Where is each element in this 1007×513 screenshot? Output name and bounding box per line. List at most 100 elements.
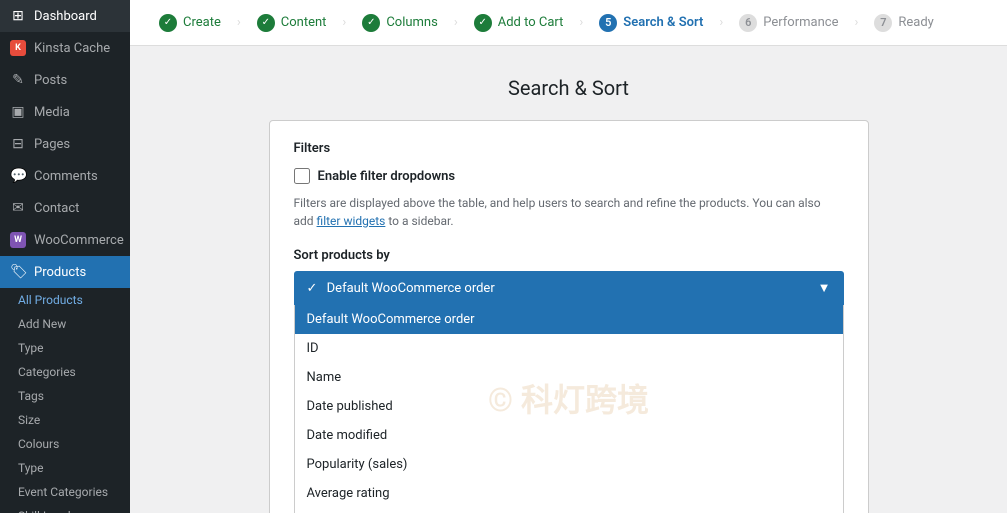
sub-item-label: Add New: [18, 317, 66, 331]
sidebar-sub-item-type2[interactable]: Type: [0, 456, 130, 480]
sort-option-average-rating[interactable]: Average rating: [295, 479, 843, 508]
sidebar-sub-item-colours[interactable]: Colours: [0, 432, 130, 456]
step-check-icon: ✓: [257, 14, 275, 32]
sidebar-item-label: Contact: [34, 201, 79, 216]
enable-filter-dropdowns-checkbox[interactable]: [294, 168, 310, 184]
sidebar-item-label: WooCommerce: [34, 233, 124, 248]
check-mark-icon: ✓: [307, 281, 318, 296]
sort-option-popularity[interactable]: Popularity (sales): [295, 450, 843, 479]
step-label: Performance: [763, 15, 838, 30]
sub-item-label: Event Categories: [18, 485, 108, 499]
sidebar-item-pages[interactable]: ⊟ Pages: [0, 128, 130, 160]
sub-item-label: Size: [18, 413, 40, 427]
sidebar-sub-item-event-categories[interactable]: Event Categories: [0, 480, 130, 504]
sub-item-label: Type: [18, 341, 44, 355]
helper-text-after: to a sidebar.: [385, 214, 453, 228]
step-num-icon: 5: [599, 14, 617, 32]
step-create[interactable]: ✓ Create: [145, 0, 235, 45]
products-icon: 🏷: [10, 264, 26, 280]
step-label: Columns: [386, 15, 438, 30]
chevron-down-icon: ▼: [818, 280, 831, 296]
woocommerce-icon: W: [10, 232, 26, 248]
step-columns[interactable]: ✓ Columns: [348, 0, 452, 45]
sidebar-item-woocommerce[interactable]: W WooCommerce: [0, 224, 130, 256]
pages-icon: ⊟: [10, 136, 26, 152]
step-num-icon: 6: [739, 14, 757, 32]
sort-options-list: Default WooCommerce order ID Name Date p…: [294, 305, 844, 513]
sidebar-item-label: Dashboard: [34, 9, 97, 24]
step-label: Content: [281, 15, 327, 30]
sidebar-item-contact[interactable]: ✉ Contact: [0, 192, 130, 224]
media-icon: ▣: [10, 104, 26, 120]
sidebar-item-products[interactable]: 🏷 Products: [0, 256, 130, 288]
sub-item-label: Skill Levels: [18, 509, 77, 513]
sort-dropdown[interactable]: ✓ Default WooCommerce order ▼ Default Wo…: [294, 271, 844, 513]
sidebar-item-dashboard[interactable]: ⊞ Dashboard: [0, 0, 130, 32]
sidebar-item-kinsta-cache[interactable]: K Kinsta Cache: [0, 32, 130, 64]
sidebar-item-label: Posts: [34, 73, 67, 88]
sidebar-item-label: Media: [34, 105, 70, 120]
step-label: Search & Sort: [623, 15, 703, 30]
step-add-to-cart[interactable]: ✓ Add to Cart: [460, 0, 578, 45]
step-label: Create: [183, 15, 221, 30]
kinsta-icon: K: [10, 40, 26, 56]
step-content[interactable]: ✓ Content: [243, 0, 341, 45]
checkbox-label[interactable]: Enable filter dropdowns: [318, 169, 456, 184]
sidebar-sub-item-tags[interactable]: Tags: [0, 384, 130, 408]
sidebar-sub-item-add-new[interactable]: Add New: [0, 312, 130, 336]
settings-card: © 科灯跨境 Filters Enable filter dropdowns F…: [269, 120, 869, 513]
filter-widgets-link[interactable]: filter widgets: [317, 214, 386, 228]
sidebar-sub-item-type[interactable]: Type: [0, 336, 130, 360]
sidebar-item-label: Pages: [34, 137, 70, 152]
comments-icon: 💬: [10, 168, 26, 184]
filter-dropdowns-row: Enable filter dropdowns: [294, 168, 844, 184]
posts-icon: ✎: [10, 72, 26, 88]
sidebar: ⊞ Dashboard K Kinsta Cache ✎ Posts ▣ Med…: [0, 0, 130, 513]
step-label: Ready: [898, 15, 933, 30]
sort-option-date-published[interactable]: Date published: [295, 392, 843, 421]
helper-text: Filters are displayed above the table, a…: [294, 194, 844, 230]
step-check-icon: ✓: [474, 14, 492, 32]
selected-option-text: ✓ Default WooCommerce order: [307, 281, 495, 296]
divider-2: ›: [340, 15, 348, 30]
sidebar-item-label: Products: [34, 265, 86, 280]
sidebar-sub-item-categories[interactable]: Categories: [0, 360, 130, 384]
content-area: Search & Sort © 科灯跨境 Filters Enable filt…: [130, 46, 1007, 513]
filters-section-label: Filters: [294, 141, 844, 156]
divider-5: ›: [717, 15, 725, 30]
sidebar-item-posts[interactable]: ✎ Posts: [0, 64, 130, 96]
sort-option-id[interactable]: ID: [295, 334, 843, 363]
sidebar-item-label: Comments: [34, 169, 98, 184]
sub-item-label: Tags: [18, 389, 44, 403]
sub-item-label: All Products: [18, 293, 83, 307]
sidebar-item-label: Kinsta Cache: [34, 41, 110, 56]
sidebar-item-comments[interactable]: 💬 Comments: [0, 160, 130, 192]
step-ready[interactable]: 7 Ready: [860, 0, 947, 45]
divider-4: ›: [577, 15, 585, 30]
sub-item-label: Categories: [18, 365, 76, 379]
divider-3: ›: [452, 15, 460, 30]
divider-6: ›: [852, 15, 860, 30]
sidebar-sub-item-size[interactable]: Size: [0, 408, 130, 432]
step-check-icon: ✓: [159, 14, 177, 32]
step-search-sort[interactable]: 5 Search & Sort: [585, 0, 717, 45]
main-panel: ✓ Create › ✓ Content › ✓ Columns › ✓ Add…: [130, 0, 1007, 513]
sidebar-sub-item-all-products[interactable]: All Products: [0, 288, 130, 312]
step-num-icon: 7: [874, 14, 892, 32]
step-label: Add to Cart: [498, 15, 564, 30]
contact-icon: ✉: [10, 200, 26, 216]
sort-option-date-modified[interactable]: Date modified: [295, 421, 843, 450]
sidebar-sub-item-skill-levels[interactable]: Skill Levels: [0, 504, 130, 513]
sort-label: Sort products by: [294, 248, 844, 263]
sub-item-label: Colours: [18, 437, 59, 451]
step-check-icon: ✓: [362, 14, 380, 32]
step-performance[interactable]: 6 Performance: [725, 0, 852, 45]
dashboard-icon: ⊞: [10, 8, 26, 24]
sort-option-image[interactable]: Image: [295, 508, 843, 513]
steps-bar: ✓ Create › ✓ Content › ✓ Columns › ✓ Add…: [130, 0, 1007, 46]
sub-item-label: Type: [18, 461, 44, 475]
sidebar-item-media[interactable]: ▣ Media: [0, 96, 130, 128]
sort-option-name[interactable]: Name: [295, 363, 843, 392]
sort-option-default[interactable]: Default WooCommerce order: [295, 305, 843, 334]
dropdown-selected-option[interactable]: ✓ Default WooCommerce order ▼: [294, 271, 844, 305]
